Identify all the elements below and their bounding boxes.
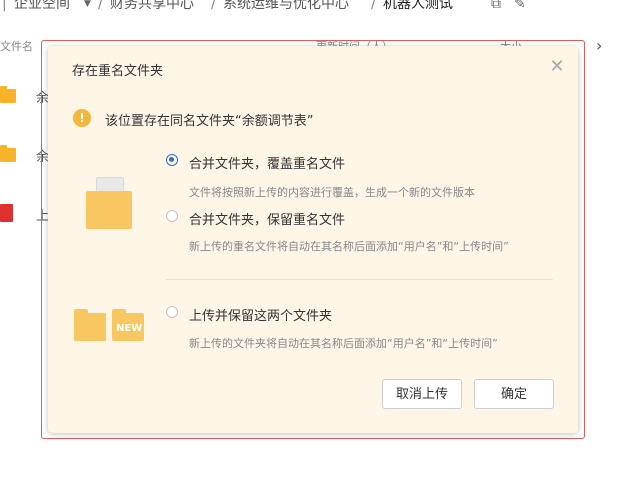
- breadcrumb-item-current: 机器人测试: [383, 0, 453, 12]
- option-merge-keep-description: 新上传的重名文件将自动在其名称后面添加“用户名”和“上传时间”: [189, 240, 509, 253]
- pdf-icon: [0, 204, 13, 222]
- folder-icon: [74, 309, 106, 341]
- option-merge-overwrite-radio[interactable]: [166, 154, 178, 166]
- keep-both-illustration: NEW: [74, 309, 146, 343]
- duplicate-folder-dialog: 存在重名文件夹 ✕ ! 该位置存在同名文件夹“余额调节表” 合并文件夹，覆盖重名…: [48, 46, 578, 433]
- dialog-title: 存在重名文件夹: [72, 64, 164, 79]
- option-keep-both-description: 新上传的文件夹将自动在其名称后面添加“用户名”和“上传时间”: [189, 337, 498, 350]
- copy-icon[interactable]: ⧉: [491, 0, 501, 11]
- breadcrumb: | 企业空间 ▼ / 财务共享中心 / 系统运维与优化中心 / 机器人测试 ⧉ …: [0, 0, 626, 14]
- option-merge-overwrite-label[interactable]: 合并文件夹，覆盖重名文件: [189, 153, 345, 172]
- folder-icon: [86, 191, 132, 229]
- breadcrumb-item-ops[interactable]: 系统运维与优化中心: [223, 0, 349, 11]
- breadcrumb-separator: /: [371, 0, 376, 12]
- merge-folder-illustration: [86, 177, 132, 229]
- option-merge-keep-radio[interactable]: [166, 210, 178, 222]
- divider: [166, 279, 553, 280]
- edit-icon[interactable]: ✎: [514, 0, 526, 11]
- option-merge-keep-label[interactable]: 合并文件夹，保留重名文件: [189, 209, 345, 228]
- new-badge: NEW: [116, 323, 143, 334]
- cancel-upload-button[interactable]: 取消上传: [382, 379, 462, 409]
- confirm-button[interactable]: 确定: [474, 379, 554, 409]
- chevron-right-icon[interactable]: ›: [596, 36, 602, 55]
- new-folder-icon: NEW: [112, 309, 144, 341]
- option-merge-overwrite-description: 文件将按照新上传的内容进行覆盖，生成一个新的文件版本: [189, 186, 475, 199]
- breadcrumb-item-space[interactable]: 企业空间: [14, 0, 70, 11]
- breadcrumb-bar: |: [2, 0, 7, 12]
- warning-icon: !: [73, 109, 91, 127]
- breadcrumb-separator: /: [98, 0, 103, 12]
- folder-icon: [0, 145, 16, 162]
- warning-message: 该位置存在同名文件夹“余额调节表”: [105, 114, 314, 129]
- column-name[interactable]: 文件名: [0, 38, 33, 54]
- option-keep-both-radio[interactable]: [166, 306, 178, 318]
- breadcrumb-item-finance[interactable]: 财务共享中心: [110, 0, 194, 11]
- chevron-down-icon[interactable]: ▼: [84, 0, 91, 11]
- breadcrumb-separator: /: [211, 0, 216, 12]
- close-icon[interactable]: ✕: [548, 58, 566, 76]
- option-keep-both-label[interactable]: 上传并保留这两个文件夹: [189, 305, 332, 324]
- folder-icon: [0, 86, 16, 103]
